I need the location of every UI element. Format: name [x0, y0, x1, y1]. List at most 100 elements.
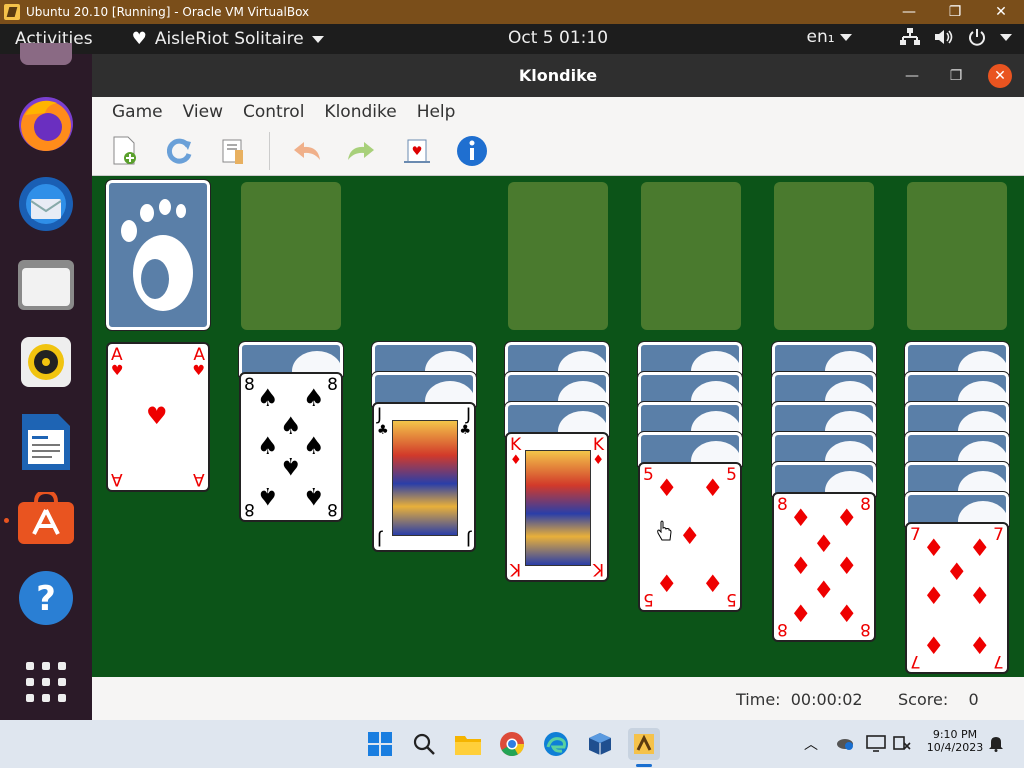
- deal-button[interactable]: [455, 134, 489, 168]
- undo-button[interactable]: [290, 134, 324, 168]
- host-minimize-button[interactable]: —: [886, 0, 932, 24]
- face-down-card: [771, 431, 877, 467]
- menu-klondike[interactable]: Klondike: [314, 102, 406, 122]
- host-maximize-button[interactable]: ❐: [932, 0, 978, 24]
- time-label: Time:: [736, 690, 781, 709]
- face-down-card: [904, 371, 1010, 407]
- system-menu-chevron-icon[interactable]: [1000, 33, 1012, 41]
- foundation-2[interactable]: [641, 182, 741, 330]
- redo-button[interactable]: [344, 134, 378, 168]
- diamond-icon: ♦: [969, 534, 991, 562]
- edge-button[interactable]: [540, 728, 572, 760]
- card-five-of-diamonds[interactable]: 5 5 ♦ ♦ ♦ ♦ ♦ 5 5: [638, 462, 742, 612]
- volume-icon[interactable]: [934, 28, 954, 46]
- clock-button[interactable]: Oct 5 01:10: [508, 28, 608, 48]
- card-rank: J: [465, 529, 471, 549]
- foundation-1[interactable]: [508, 182, 608, 330]
- foundation-3[interactable]: [774, 182, 874, 330]
- start-button[interactable]: [364, 728, 396, 760]
- display-icon[interactable]: [866, 734, 886, 755]
- card-rank: 7: [910, 651, 921, 671]
- score-label: Score:: [898, 690, 949, 709]
- firefox-icon[interactable]: [16, 94, 76, 154]
- card-rank: 8: [327, 499, 338, 519]
- onedrive-icon[interactable]: [836, 736, 854, 753]
- face-down-card: [504, 401, 610, 437]
- card-rank: J: [377, 529, 383, 549]
- face-down-card: [904, 491, 1010, 527]
- network-icon[interactable]: [900, 28, 920, 46]
- diamond-icon: ♦: [813, 530, 835, 558]
- card-rank: 8: [777, 495, 788, 515]
- redo-icon: [348, 142, 374, 160]
- diamond-icon: ♦: [836, 504, 858, 532]
- card-rank: J: [377, 405, 383, 425]
- card-seven-of-diamonds[interactable]: 7 7 ♦ ♦ ♦ ♦ ♦ ♦ ♦ 7 7: [905, 522, 1009, 674]
- notification-bell-icon[interactable]: [988, 734, 1004, 755]
- jack-face-art: [392, 420, 458, 536]
- card-rank: A: [193, 469, 205, 489]
- select-game-button[interactable]: [217, 134, 251, 168]
- taskbar-clock[interactable]: 9:10 PM 10/4/2023: [922, 728, 988, 754]
- restart-button[interactable]: [162, 134, 196, 168]
- card-king-of-diamonds[interactable]: K K ♦ ♦ K K: [505, 432, 609, 582]
- diamond-icon: ♦: [702, 570, 724, 598]
- files-icon[interactable]: [16, 254, 76, 314]
- chevron-up-icon[interactable]: ︿: [804, 734, 818, 754]
- virtualbox-button[interactable]: [584, 728, 616, 760]
- thunderbird-icon[interactable]: [16, 174, 76, 234]
- libreoffice-writer-icon[interactable]: [16, 412, 76, 472]
- menu-help[interactable]: Help: [407, 102, 466, 122]
- heart-icon: ♥: [146, 402, 168, 430]
- card-eight-of-diamonds[interactable]: 8 8 ♦ ♦ ♦ ♦ ♦ ♦ ♦ ♦ 8 8: [772, 492, 876, 642]
- spade-icon: ♠: [303, 384, 325, 412]
- power-icon[interactable]: [968, 28, 986, 46]
- card-rank: 7: [993, 525, 1004, 545]
- menu-game[interactable]: Game: [102, 102, 173, 122]
- card-rank: 7: [910, 525, 921, 545]
- menu-control[interactable]: Control: [233, 102, 314, 122]
- ubuntu-vm-button[interactable]: [628, 728, 660, 760]
- software-center-icon[interactable]: [16, 490, 76, 550]
- face-down-card: [504, 371, 610, 407]
- time-value: 00:00:02: [790, 690, 863, 709]
- app-menu-button[interactable]: ♥ AisleRiot Solitaire: [132, 29, 324, 49]
- rhythmbox-icon[interactable]: [16, 332, 76, 392]
- help-icon[interactable]: ?: [16, 568, 76, 628]
- partial-app-icon[interactable]: [16, 36, 76, 72]
- foundation-4[interactable]: [907, 182, 1007, 330]
- app-menu-label: AisleRiot Solitaire: [154, 29, 304, 49]
- card-ace-of-hearts[interactable]: A A ♥ ♥ ♥ A A: [106, 342, 210, 492]
- card-jack-of-clubs[interactable]: J J ♣ ♣ J J: [372, 402, 476, 552]
- menu-view[interactable]: View: [173, 102, 233, 122]
- diamond-icon: ♦: [836, 552, 858, 580]
- stock-pile[interactable]: [105, 179, 211, 331]
- network-disconnected-icon[interactable]: [892, 734, 912, 755]
- host-close-button[interactable]: ✕: [978, 0, 1024, 24]
- face-down-card: [637, 371, 743, 407]
- hint-button[interactable]: ♥: [400, 134, 434, 168]
- card-rank: K: [592, 559, 604, 579]
- card-eight-of-spades[interactable]: 8 8 ♠ ♠ ♠ ♠ ♠ ♠ ♠ ♠ 8 8: [239, 372, 343, 522]
- search-button[interactable]: [408, 728, 440, 760]
- card-rank: K: [592, 435, 604, 455]
- chrome-button[interactable]: [496, 728, 528, 760]
- input-language-button[interactable]: en₁: [807, 27, 852, 47]
- show-applications-icon[interactable]: [16, 652, 76, 712]
- chevron-down-icon: [840, 33, 852, 41]
- waste-pile[interactable]: [241, 182, 341, 330]
- face-down-card: [771, 461, 877, 497]
- maximize-button[interactable]: ❐: [944, 64, 968, 88]
- search-icon: [413, 733, 435, 755]
- card-rank: K: [510, 559, 522, 579]
- new-game-button[interactable]: [108, 134, 142, 168]
- diamond-icon: ♦: [656, 474, 678, 502]
- close-button[interactable]: ✕: [988, 64, 1012, 88]
- card-rank: 8: [777, 619, 788, 639]
- face-down-card: [904, 431, 1010, 467]
- gnome-foot-icon: [121, 199, 193, 311]
- file-explorer-button[interactable]: [452, 728, 484, 760]
- undo-icon: [294, 142, 320, 160]
- minimize-button[interactable]: —: [900, 64, 924, 88]
- card-rank: K: [510, 435, 522, 455]
